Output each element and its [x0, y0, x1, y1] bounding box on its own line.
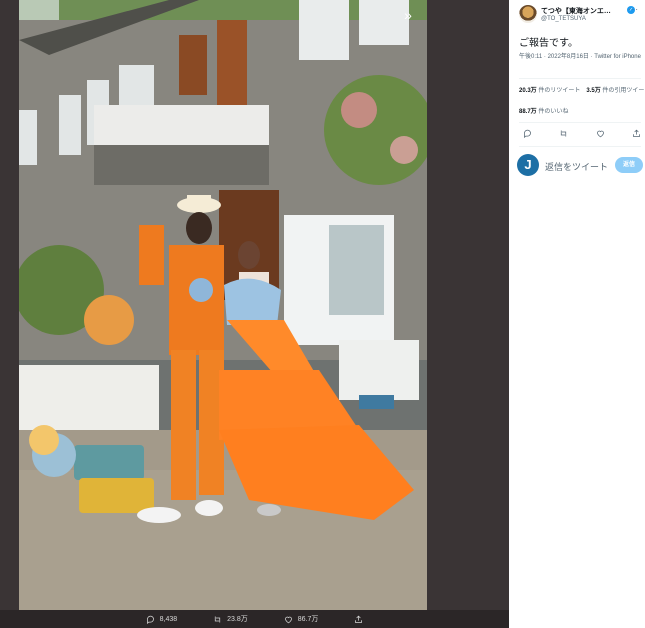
likes-stat[interactable]: 88.7万 件のいいね [519, 109, 568, 115]
like-icon [284, 616, 292, 623]
more-icon[interactable]: ··· [628, 5, 639, 14]
share-icon[interactable] [632, 129, 641, 138]
tweet-timestamp[interactable]: 午後0:11 · 2022年8月16日 · Twitter for iPhone [519, 53, 641, 62]
retweet-icon [215, 616, 221, 622]
tweet-actions [523, 129, 641, 138]
wedding-photo [19, 0, 427, 610]
retweet-icon[interactable] [559, 129, 568, 138]
reply-button[interactable]: 返信 [615, 157, 643, 173]
divider [519, 122, 641, 123]
reply-input[interactable]: 返信をツイート [545, 160, 608, 173]
reply-icon[interactable] [523, 129, 532, 138]
tweet-text: ご報告です。 [519, 38, 578, 49]
tweet-stats: 20.3万 件のリツイート 3.5万 件の引用ツイー 88.7万 件のいいね [519, 85, 645, 115]
viewer-like-count: 86.7万 [297, 616, 319, 623]
avatar[interactable] [519, 5, 537, 23]
viewer-reply-count: 8,438 [159, 615, 178, 623]
viewer-retweet-count: 23.8万 [227, 616, 248, 623]
retweets-stat[interactable]: 20.3万 件のリツイート [519, 85, 580, 94]
reply-composer: J 返信をツイート 返信 [517, 154, 643, 178]
reply-icon [146, 615, 154, 624]
expand-icon[interactable]: » [399, 6, 417, 24]
share-icon [355, 615, 363, 623]
tweet-detail-panel: てつや【東海オンエ… ✓ @TO_TETSUYA ··· ご報告です。 午後0:… [509, 0, 645, 628]
viewer-action-bar: 8,438 23.8万 86.7万 [0, 610, 509, 628]
media-viewer: » 8,438 23.8万 86.7万 [0, 0, 509, 628]
tweet-author[interactable]: てつや【東海オンエ… ✓ @TO_TETSUYA ··· [519, 5, 641, 27]
like-icon[interactable] [596, 129, 605, 138]
viewer-share-action[interactable] [354, 615, 363, 624]
viewer-reply-action[interactable]: 8,438 [146, 615, 178, 624]
reply-avatar: J [517, 154, 539, 176]
author-name[interactable]: てつや【東海オンエ… [541, 6, 629, 16]
divider [519, 146, 641, 147]
viewer-like-action[interactable]: 86.7万 [284, 614, 319, 624]
author-handle[interactable]: @TO_TETSUYA [541, 16, 586, 22]
viewer-retweet-action[interactable]: 23.8万 [213, 614, 248, 624]
quotes-stat[interactable]: 3.5万 件の引用ツイー [586, 85, 644, 94]
tweet-photo[interactable]: » [19, 0, 427, 610]
divider [519, 78, 641, 79]
